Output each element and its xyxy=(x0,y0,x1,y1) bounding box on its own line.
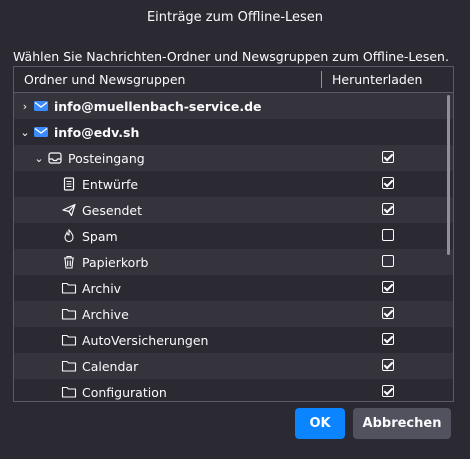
tree-header: Ordner und Newsgruppen Herunterladen xyxy=(14,67,453,93)
inbox-icon xyxy=(46,150,64,166)
column-header-download[interactable]: Herunterladen xyxy=(322,72,453,87)
drafts-icon xyxy=(60,176,78,192)
expand-twisty-icon[interactable]: › xyxy=(18,100,32,113)
spam-icon xyxy=(60,228,78,244)
download-checkbox[interactable] xyxy=(382,385,394,397)
tree-row-label: Spam xyxy=(82,228,118,244)
trash-icon xyxy=(60,254,78,270)
tree-row-label: Gesendet xyxy=(82,202,143,218)
tree-row-label: Archive xyxy=(82,306,129,322)
folder-icon xyxy=(60,384,78,400)
instruction-text: Wählen Sie Nachrichten-Ordner und Newsgr… xyxy=(13,49,449,64)
download-checkbox[interactable] xyxy=(382,359,394,371)
download-checkbox[interactable] xyxy=(382,229,394,241)
download-checkbox[interactable] xyxy=(382,203,394,215)
tree-row[interactable]: ⌄ Posteingang xyxy=(14,145,453,171)
folder-tree[interactable]: Ordner und Newsgruppen Herunterladen › in… xyxy=(13,66,454,402)
tree-row[interactable]: Papierkorb xyxy=(14,249,453,275)
tree-row-label: Configuration xyxy=(82,384,167,400)
tree-row-label: Papierkorb xyxy=(82,254,149,270)
tree-row[interactable]: › info@muellenbach-service.de xyxy=(14,93,453,119)
folder-icon xyxy=(60,306,78,322)
scrollbar-thumb[interactable] xyxy=(447,95,450,255)
tree-row-label: Calendar xyxy=(82,358,139,374)
folder-icon xyxy=(60,332,78,348)
dialog-title: Einträge zum Offline-Lesen xyxy=(146,10,324,25)
tree-row[interactable]: Gesendet xyxy=(14,197,453,223)
tree-row-label: AutoVersicherungen xyxy=(82,332,209,348)
tree-row[interactable]: Calendar xyxy=(14,353,453,379)
tree-row[interactable]: Configuration xyxy=(14,379,453,401)
tree-row[interactable]: Entwürfe xyxy=(14,171,453,197)
download-checkbox[interactable] xyxy=(382,177,394,189)
tree-row[interactable]: Archive xyxy=(14,301,453,327)
tree-row[interactable]: ⌄ info@edv.sh xyxy=(14,119,453,145)
folder-icon xyxy=(60,358,78,374)
cancel-button[interactable]: Abbrechen xyxy=(353,408,451,439)
tree-row-label: info@edv.sh xyxy=(54,124,140,140)
tree-row-label: info@muellenbach-service.de xyxy=(54,98,262,114)
download-checkbox[interactable] xyxy=(382,333,394,345)
tree-row-label: Archiv xyxy=(82,280,122,296)
ok-button[interactable]: OK xyxy=(295,408,345,439)
mail-account-icon xyxy=(32,98,50,114)
download-checkbox[interactable] xyxy=(382,151,394,163)
download-checkbox[interactable] xyxy=(382,281,394,293)
tree-row-label: Posteingang xyxy=(68,150,145,166)
tree-row[interactable]: Spam xyxy=(14,223,453,249)
tree-rows: › info@muellenbach-service.de ⌄ info@edv.sh… xyxy=(14,93,453,401)
mail-account-icon xyxy=(32,124,50,140)
tree-row-label: Entwürfe xyxy=(82,176,139,192)
tree-row[interactable]: AutoVersicherungen xyxy=(14,327,453,353)
sent-icon xyxy=(60,202,78,218)
folder-icon xyxy=(60,280,78,296)
column-header-folders[interactable]: Ordner und Newsgruppen xyxy=(14,72,321,87)
collapse-twisty-icon[interactable]: ⌄ xyxy=(32,152,46,165)
tree-row[interactable]: Archiv xyxy=(14,275,453,301)
download-checkbox[interactable] xyxy=(382,255,394,267)
download-checkbox[interactable] xyxy=(382,307,394,319)
collapse-twisty-icon[interactable]: ⌄ xyxy=(18,126,32,139)
